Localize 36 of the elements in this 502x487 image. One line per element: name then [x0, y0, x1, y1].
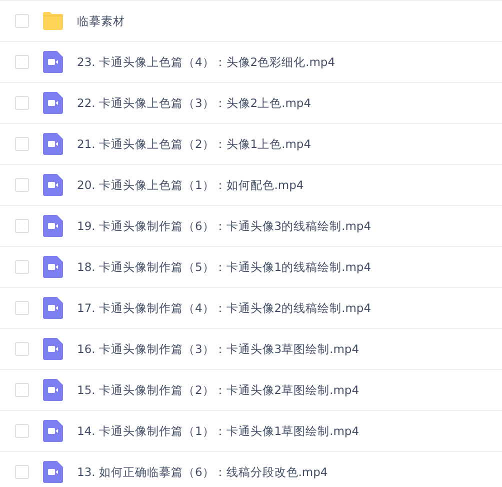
checkbox[interactable]	[15, 178, 29, 192]
file-name[interactable]: 20. 卡通头像上色篇（1）：如何配色.mp4	[77, 178, 304, 192]
video-file-icon	[43, 256, 63, 278]
checkbox[interactable]	[15, 137, 29, 151]
video-file-icon	[43, 133, 63, 155]
video-file-icon	[43, 338, 63, 360]
video-file-icon	[43, 51, 63, 73]
checkbox[interactable]	[15, 301, 29, 315]
file-name[interactable]: 21. 卡通头像上色篇（2）：头像1上色.mp4	[77, 136, 312, 152]
file-name[interactable]: 22. 卡通头像上色篇（3）：头像2上色.mp4	[77, 96, 312, 110]
checkbox[interactable]	[15, 260, 29, 274]
checkbox[interactable]	[15, 383, 29, 397]
checkbox[interactable]	[15, 96, 29, 110]
video-file-icon	[43, 174, 63, 196]
video-file-icon	[43, 215, 63, 237]
checkbox[interactable]	[15, 465, 29, 479]
video-file-icon	[43, 420, 63, 442]
folder-icon	[42, 12, 64, 30]
file-name[interactable]: 15. 卡通头像制作篇（2）：卡通头像2草图绘制.mp4	[77, 382, 360, 398]
file-name[interactable]: 19. 卡通头像制作篇（6）：卡通头像3的线稿绘制.mp4	[77, 218, 372, 234]
checkbox[interactable]	[15, 342, 29, 356]
file-name[interactable]: 14. 卡通头像制作篇（1）：卡通头像1草图绘制.mp4	[77, 424, 360, 438]
checkbox[interactable]	[15, 14, 29, 28]
video-file-icon	[43, 297, 63, 319]
file-name[interactable]: 18. 卡通头像制作篇（5）：卡通头像1的线稿绘制.mp4	[77, 260, 372, 274]
checkbox[interactable]	[15, 55, 29, 69]
file-name[interactable]: 13. 如何正确临摹篇（6）：线稿分段改色.mp4	[77, 464, 328, 480]
video-file-icon	[43, 92, 63, 114]
file-name[interactable]: 23. 卡通头像上色篇（4）：头像2色彩细化.mp4	[77, 54, 336, 70]
checkbox[interactable]	[15, 219, 29, 233]
video-file-icon	[43, 461, 63, 483]
file-name[interactable]: 临摹素材	[77, 14, 125, 28]
video-file-icon	[43, 379, 63, 401]
file-name[interactable]: 16. 卡通头像制作篇（3）：卡通头像3草图绘制.mp4	[77, 342, 360, 356]
file-name[interactable]: 17. 卡通头像制作篇（4）：卡通头像2的线稿绘制.mp4	[77, 300, 372, 316]
checkbox[interactable]	[15, 424, 29, 438]
